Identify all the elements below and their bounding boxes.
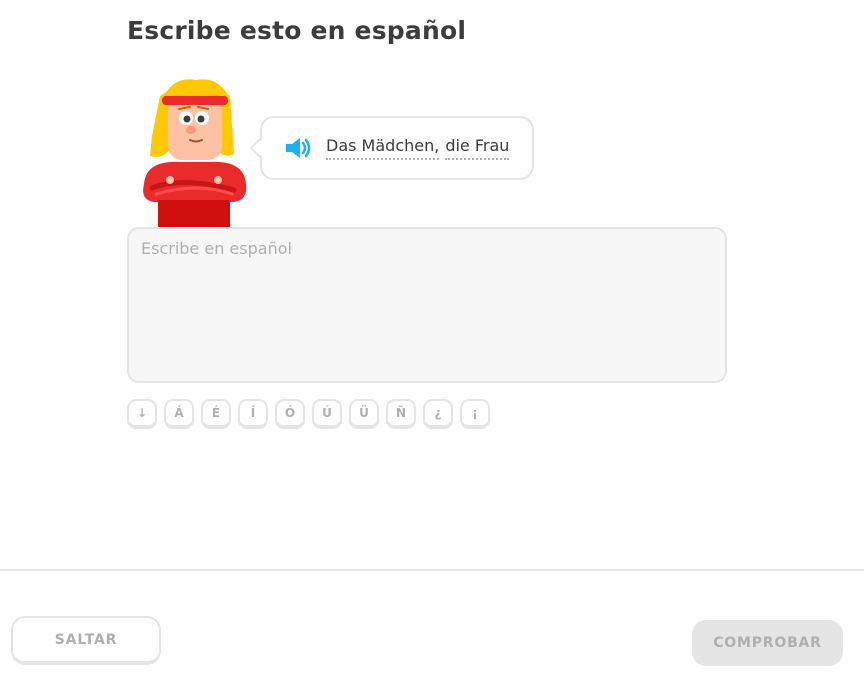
char-key-arrow[interactable]: ↓: [127, 399, 157, 429]
char-key-u-umlaut[interactable]: Ü: [349, 399, 379, 429]
char-key-inverted-question[interactable]: ¿: [423, 399, 453, 429]
special-characters-bar: ↓ Á É Í Ó Ú Ü Ñ ¿ ¡: [127, 399, 490, 429]
character-icon: [143, 79, 247, 228]
prompt-sentence: Das Mädchen, die Frau: [326, 136, 510, 160]
skip-button[interactable]: SALTAR: [11, 616, 161, 665]
char-key-e-acute[interactable]: É: [201, 399, 231, 429]
character-illustration: [138, 76, 250, 228]
answer-input[interactable]: [127, 227, 727, 383]
speech-bubble: Das Mädchen, die Frau: [249, 116, 534, 180]
page-title: Escribe esto en español: [127, 16, 467, 45]
check-button[interactable]: COMPROBAR: [692, 620, 843, 666]
char-key-o-acute[interactable]: Ó: [275, 399, 305, 429]
footer-divider: [0, 569, 864, 571]
prompt-word[interactable]: die Frau: [445, 136, 510, 160]
char-key-a-acute[interactable]: Á: [164, 399, 194, 429]
char-key-u-acute[interactable]: Ú: [312, 399, 342, 429]
char-key-inverted-exclamation[interactable]: ¡: [460, 399, 490, 429]
speech-bubble-tail: [249, 136, 273, 160]
char-key-i-acute[interactable]: Í: [238, 399, 268, 429]
speaker-icon[interactable]: [284, 136, 314, 160]
prompt-word[interactable]: Das Mädchen,: [326, 136, 440, 160]
char-key-n-tilde[interactable]: Ñ: [386, 399, 416, 429]
